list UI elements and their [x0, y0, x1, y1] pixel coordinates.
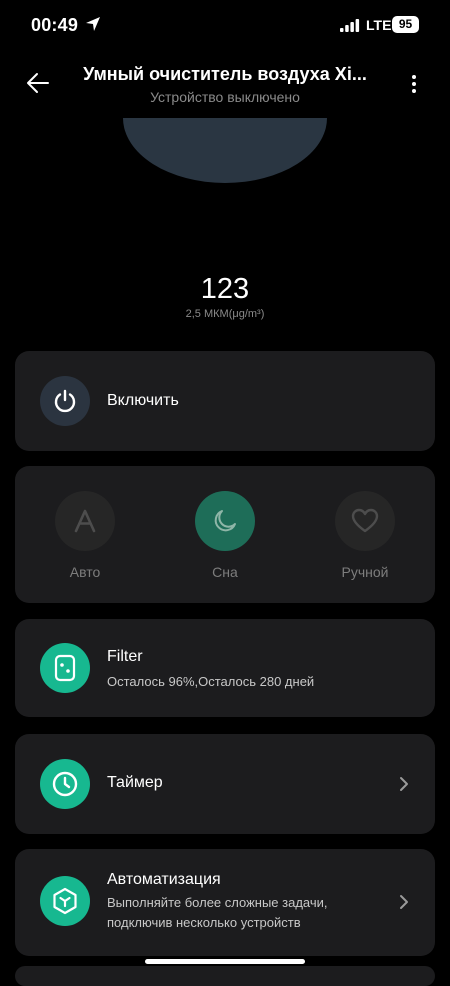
back-arrow-icon[interactable]: [26, 72, 50, 94]
filter-title: Filter: [107, 648, 143, 665]
timer-title: Таймер: [107, 774, 163, 791]
cellular-signal-icon: [340, 19, 360, 32]
pm25-value: 123: [200, 273, 250, 305]
mode-auto[interactable]: Авто: [35, 491, 135, 580]
mode-manual-button[interactable]: [335, 491, 395, 551]
clock-icon: [52, 771, 78, 797]
next-card-partial: [15, 966, 435, 986]
timer-card[interactable]: Таймер: [15, 734, 435, 834]
chevron-right-icon[interactable]: [399, 894, 409, 910]
mode-manual[interactable]: Ручной: [315, 491, 415, 580]
pm25-unit: 2,5 МКМ(μg/m³): [185, 308, 265, 320]
chevron-right-icon[interactable]: [399, 776, 409, 792]
automation-description: Выполняйте более сложные задачи, подключ…: [107, 893, 377, 933]
mode-sleep-label: Сна: [212, 564, 238, 580]
device-status-subtitle: Устройство выключено: [150, 89, 300, 105]
mode-manual-label: Ручной: [341, 564, 389, 580]
automation-description-line2: подключив несколько устройств: [107, 915, 301, 930]
power-card[interactable]: Включить: [15, 351, 435, 451]
status-bar: 00:49 LTE 95: [0, 0, 450, 50]
battery-indicator: 95: [392, 16, 419, 33]
page-title: Умный очиститель воздуха Xi...: [83, 64, 367, 84]
home-indicator[interactable]: [145, 959, 305, 964]
modes-card: Авто Сна Ручной: [15, 466, 435, 603]
filter-card[interactable]: Filter Осталось 96%,Осталось 280 дней: [15, 619, 435, 717]
automation-description-line1: Выполняйте более сложные задачи,: [107, 895, 328, 910]
automation-card[interactable]: Автоматизация Выполняйте более сложные з…: [15, 849, 435, 956]
location-arrow-icon: [86, 17, 100, 31]
mode-sleep[interactable]: Сна: [175, 491, 275, 580]
automation-title: Автоматизация: [107, 871, 221, 888]
power-label: Включить: [107, 392, 179, 409]
letter-a-icon: [74, 509, 96, 533]
moon-icon: [214, 510, 236, 532]
more-vertical-icon[interactable]: [410, 73, 418, 95]
mode-auto-label: Авто: [69, 564, 101, 580]
filter-icon: [54, 654, 76, 682]
power-icon: [54, 389, 76, 413]
timer-icon-badge: [40, 759, 90, 809]
automation-icon-badge: [40, 876, 90, 926]
automation-hexagon-icon: [53, 887, 77, 915]
network-type: LTE: [366, 17, 392, 33]
mode-sleep-button[interactable]: [195, 491, 255, 551]
filter-status: Осталось 96%,Осталось 280 дней: [107, 674, 315, 689]
filter-icon-badge: [40, 643, 90, 693]
status-time: 00:49: [31, 15, 79, 35]
device-illustration: [123, 118, 327, 183]
power-button[interactable]: [40, 376, 90, 426]
header: Умный очиститель воздуха Xi... Устройств…: [0, 55, 450, 115]
heart-icon: [351, 508, 379, 533]
mode-auto-button[interactable]: [55, 491, 115, 551]
